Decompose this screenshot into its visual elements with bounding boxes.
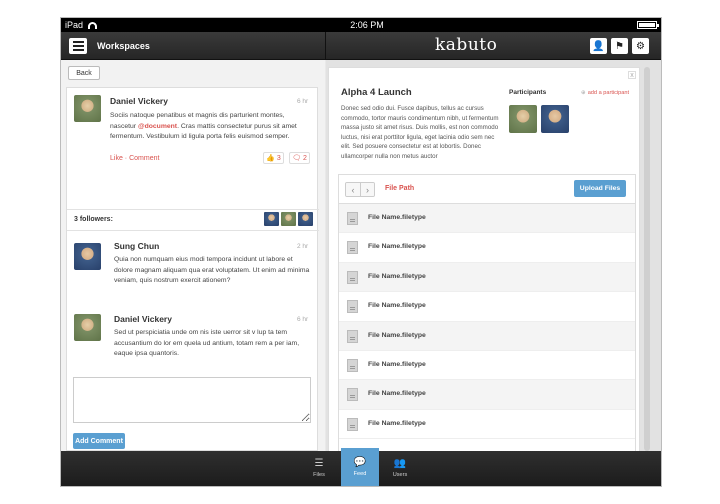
speech-bubble-icon: 🗨 bbox=[292, 155, 301, 162]
post-body: Sociis natoque penatibus et magnis dis p… bbox=[110, 112, 297, 140]
back-button[interactable]: Back bbox=[68, 66, 100, 80]
comment-time: 2 hr bbox=[297, 243, 309, 250]
clock: 2:06 PM bbox=[350, 20, 384, 30]
document-icon bbox=[347, 417, 358, 431]
workspace-detail-card: x Alpha 4 Launch Donec sed odio dui. Fus… bbox=[328, 67, 640, 456]
scrollbar[interactable] bbox=[644, 67, 650, 451]
file-name: File Name.filetype bbox=[368, 272, 426, 280]
workspace-description: Donec sed odio dui. Fusce dapibus, tellu… bbox=[341, 105, 499, 160]
list-icon: ☰ bbox=[314, 458, 324, 469]
followers-label: 3 followers: bbox=[74, 216, 113, 223]
document-icon bbox=[347, 241, 358, 255]
file-name: File Name.filetype bbox=[368, 214, 426, 221]
post-card: Daniel Vickery 6 hr Sociis natoque penat… bbox=[66, 87, 319, 451]
ipad-screen: iPad 2:06 PM Workspaces kabuto 👤 ⚑ ⚙ Bac… bbox=[61, 18, 661, 486]
file-row[interactable]: File Name.filetype bbox=[339, 233, 635, 263]
file-row[interactable]: File Name.filetype bbox=[339, 380, 635, 410]
workspaces-title: Workspaces bbox=[97, 40, 150, 51]
close-icon[interactable]: x bbox=[628, 71, 636, 79]
file-browser-header: ‹ › File Path Upload Files bbox=[339, 175, 635, 204]
feed-pane: Back Daniel Vickery 6 hr Sociis natoque … bbox=[61, 60, 325, 451]
post-actions: Like · Comment bbox=[110, 155, 160, 162]
likes-count[interactable]: 👍 3 bbox=[263, 152, 284, 164]
comment-body: Quia non numquam eius modi tempora incid… bbox=[114, 256, 310, 284]
chevron-right-icon[interactable]: › bbox=[360, 183, 374, 196]
add-comment-button[interactable]: Add Comment bbox=[73, 433, 125, 449]
mention-link[interactable]: @document bbox=[138, 123, 177, 130]
file-row[interactable]: File Name.filetype bbox=[339, 262, 635, 293]
users-icon: 👥 bbox=[393, 458, 407, 469]
avatar[interactable] bbox=[74, 243, 101, 270]
wifi-icon bbox=[88, 21, 98, 29]
comments-count[interactable]: 🗨 2 bbox=[289, 152, 310, 164]
post-author[interactable]: Daniel Vickery bbox=[110, 96, 168, 106]
flag-icon[interactable]: ⚑ bbox=[611, 38, 628, 54]
workspace-title: Alpha 4 Launch bbox=[341, 87, 412, 98]
participant-avatar[interactable] bbox=[509, 105, 537, 133]
avatar[interactable] bbox=[74, 314, 101, 341]
follower-avatar[interactable] bbox=[281, 212, 296, 226]
workspace-detail-pane: x Alpha 4 Launch Donec sed odio dui. Fus… bbox=[326, 60, 661, 456]
file-row[interactable]: File Name.filetype bbox=[339, 292, 635, 322]
file-path[interactable]: File Path bbox=[385, 185, 414, 192]
file-name: File Name.filetype bbox=[368, 331, 426, 339]
file-row[interactable]: File Name.filetype bbox=[339, 410, 635, 440]
file-name: File Name.filetype bbox=[368, 360, 426, 368]
device-label: iPad bbox=[65, 20, 84, 30]
comment-input[interactable] bbox=[73, 377, 311, 423]
file-list: File Name.filetype File Name.filetype Fi… bbox=[339, 204, 635, 440]
document-icon bbox=[347, 358, 358, 372]
comment-link[interactable]: Comment bbox=[129, 155, 159, 162]
gear-icon[interactable]: ⚙ bbox=[632, 38, 649, 54]
file-row[interactable]: File Name.filetype bbox=[339, 351, 635, 381]
plus-icon: ⊕ bbox=[581, 90, 586, 96]
hamburger-icon[interactable] bbox=[69, 37, 87, 54]
document-icon bbox=[347, 388, 358, 402]
like-link[interactable]: Like bbox=[110, 155, 123, 162]
file-row[interactable]: File Name.filetype bbox=[339, 204, 635, 234]
post-time: 6 hr bbox=[297, 98, 309, 105]
document-icon bbox=[347, 212, 358, 225]
document-icon bbox=[347, 270, 358, 284]
comment-time: 6 hr bbox=[297, 316, 309, 323]
tab-bar: ☰ Files 💬 Feed 👥 Users bbox=[61, 448, 661, 486]
battery-icon bbox=[636, 21, 659, 29]
chevron-left-icon[interactable]: ‹ bbox=[346, 183, 360, 196]
comment-body: Sed ut perspiciatia unde om nis iste uer… bbox=[114, 329, 300, 357]
comment-author[interactable]: Daniel Vickery bbox=[114, 314, 172, 324]
file-name: File Name.filetype bbox=[368, 390, 426, 398]
add-participant-link[interactable]: ⊕ add a participant bbox=[581, 90, 629, 96]
participant-avatar[interactable] bbox=[541, 105, 569, 133]
document-icon bbox=[347, 300, 358, 314]
brand-logo: kabuto bbox=[435, 35, 498, 55]
status-bar: iPad 2:06 PM bbox=[61, 18, 661, 32]
comment-author[interactable]: Sung Chun bbox=[114, 241, 159, 251]
file-name: File Name.filetype bbox=[368, 302, 426, 310]
chat-bubble-icon: 💬 bbox=[353, 456, 367, 468]
follower-avatar[interactable] bbox=[298, 212, 313, 226]
upload-files-button[interactable]: Upload Files bbox=[574, 180, 626, 197]
follower-avatar[interactable] bbox=[264, 212, 279, 226]
avatar[interactable] bbox=[74, 95, 101, 122]
file-browser: ‹ › File Path Upload Files File Name.fil… bbox=[338, 174, 636, 456]
tab-files[interactable]: ☰ Files bbox=[300, 451, 338, 486]
user-icon[interactable]: 👤 bbox=[590, 38, 607, 54]
top-bar: Workspaces kabuto 👤 ⚑ ⚙ bbox=[61, 32, 661, 60]
document-icon bbox=[347, 329, 358, 343]
thumbs-up-icon: 👍 bbox=[266, 155, 275, 162]
tab-users[interactable]: 👥 Users bbox=[381, 451, 419, 486]
tab-feed[interactable]: 💬 Feed bbox=[341, 448, 379, 486]
file-name: File Name.filetype bbox=[368, 243, 426, 251]
file-row[interactable]: File Name.filetype bbox=[339, 321, 635, 351]
participants-label: Participants bbox=[509, 89, 547, 96]
file-name: File Name.filetype bbox=[368, 419, 426, 427]
